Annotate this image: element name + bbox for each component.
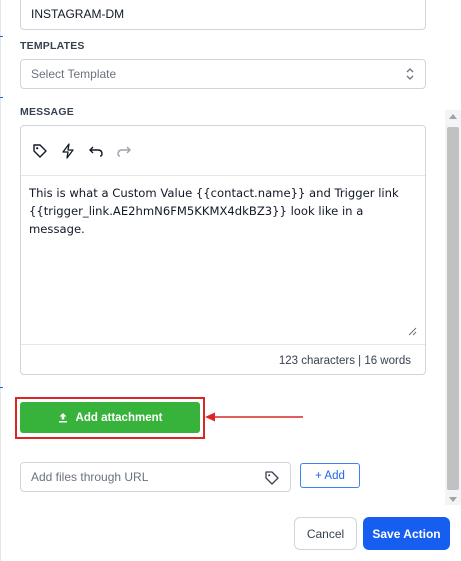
resize-handle-icon[interactable] [408, 327, 417, 336]
template-select-placeholder: Select Template [31, 67, 117, 81]
file-url-placeholder: Add files through URL [31, 470, 149, 484]
edge-marker [0, 387, 3, 388]
left-edge-divider [0, 0, 1, 561]
add-attachment-label: Add attachment [75, 411, 163, 424]
pointer-arrow-icon [205, 412, 303, 422]
message-stats-text: 123 characters | 16 words [278, 354, 411, 367]
message-label: MESSAGE [20, 106, 74, 118]
tag-icon[interactable] [264, 470, 280, 486]
file-url-input[interactable]: Add files through URL [20, 462, 291, 492]
scroll-down-arrow-icon[interactable] [445, 493, 461, 505]
scrollbar[interactable] [445, 110, 461, 505]
workflow-action-panel: INSTAGRAM-DM TEMPLATES Select Template M… [0, 0, 461, 561]
edge-marker [0, 36, 3, 37]
scroll-thumb[interactable] [447, 127, 459, 490]
channel-field[interactable]: INSTAGRAM-DM [20, 0, 426, 30]
templates-label: TEMPLATES [20, 40, 85, 52]
cancel-label: Cancel [306, 526, 345, 541]
scroll-up-arrow-icon[interactable] [445, 110, 461, 122]
add-attachment-button[interactable]: Add attachment [20, 402, 200, 433]
save-action-button[interactable]: Save Action [363, 517, 450, 550]
undo-icon[interactable] [87, 142, 105, 160]
add-url-label: + Add [315, 469, 345, 482]
message-editor: This is what a Custom Value {{contact.na… [20, 125, 426, 375]
editor-toolbar [21, 126, 425, 176]
add-url-button[interactable]: + Add [300, 463, 360, 488]
redo-icon[interactable] [115, 142, 133, 160]
template-select[interactable]: Select Template [20, 59, 426, 89]
tag-icon[interactable] [31, 142, 49, 160]
edge-marker [0, 97, 3, 98]
lightning-icon[interactable] [59, 142, 77, 160]
channel-value: INSTAGRAM-DM [31, 7, 125, 21]
upload-icon [58, 413, 67, 423]
message-textarea[interactable]: This is what a Custom Value {{contact.na… [29, 184, 417, 238]
message-stats: 123 characters | 16 words [21, 344, 425, 376]
chevron-up-down-icon [406, 68, 414, 80]
save-action-label: Save Action [372, 526, 441, 541]
cancel-button[interactable]: Cancel [294, 517, 357, 550]
